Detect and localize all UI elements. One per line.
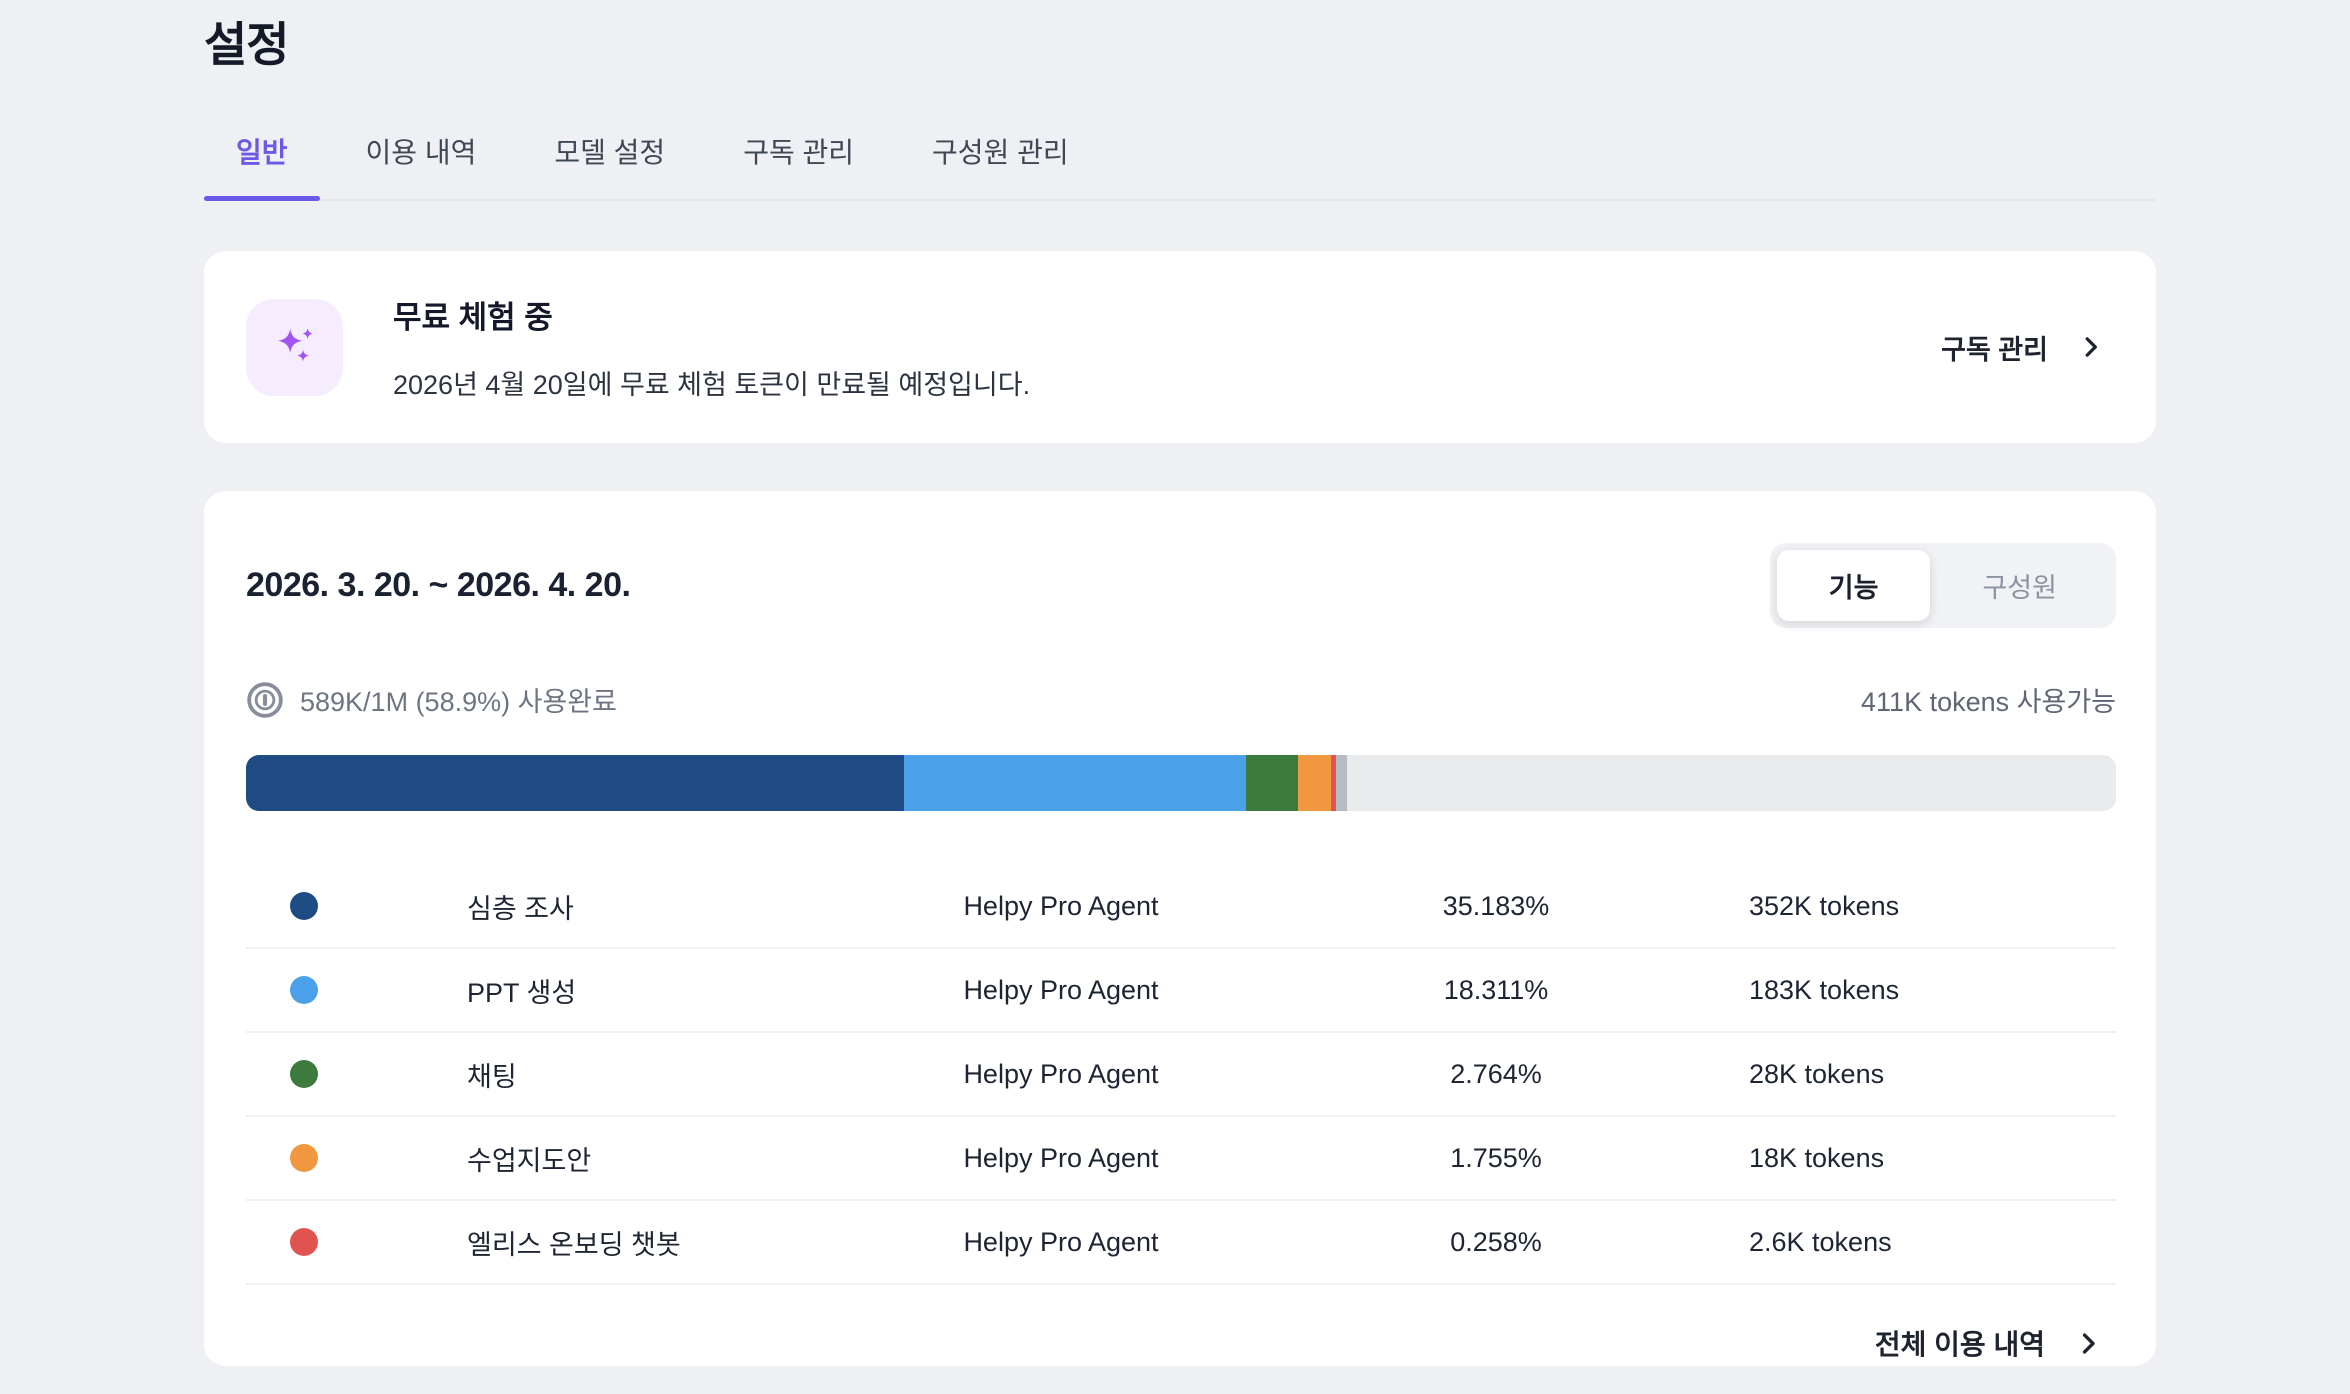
usage-row: 심층 조사Helpy Pro Agent35.183%352K tokens — [246, 865, 2116, 949]
usage-available-summary: 411K tokens 사용가능 — [1861, 680, 2116, 719]
usage-bar-segment — [1336, 755, 1348, 811]
tab-usage-history[interactable]: 이용 내역 — [334, 131, 509, 199]
toggle-option-features[interactable]: 기능 — [1777, 550, 1931, 621]
usage-tokens: 183K tokens — [1716, 975, 2116, 1006]
legend-dot-icon — [290, 1144, 318, 1172]
legend-dot-cell — [246, 1060, 467, 1088]
agent-name: Helpy Pro Agent — [846, 975, 1276, 1006]
legend-dot-cell — [246, 976, 467, 1004]
usage-used-summary-wrap: 589K/1M (58.9%) 사용완료 — [246, 680, 617, 719]
usage-tokens: 352K tokens — [1716, 891, 2116, 922]
toggle-option-members[interactable]: 구성원 — [1930, 550, 2109, 621]
tabs: 일반이용 내역모델 설정구독 관리구성원 관리 — [204, 131, 2156, 201]
legend-dot-icon — [290, 976, 318, 1004]
usage-header: 2026. 3. 20. ~ 2026. 4. 20. 기능 구성원 — [246, 543, 2116, 628]
legend-dot-cell — [246, 892, 467, 920]
tab-model-settings[interactable]: 모델 설정 — [522, 131, 697, 199]
full-usage-history-link[interactable]: 전체 이용 내역 — [1875, 1323, 2102, 1363]
agent-name: Helpy Pro Agent — [846, 1059, 1276, 1090]
legend-dot-icon — [290, 892, 318, 920]
usage-card: 2026. 3. 20. ~ 2026. 4. 20. 기능 구성원 589K/… — [204, 491, 2156, 1366]
subscription-manage-link[interactable]: 구독 관리 — [1941, 328, 2104, 367]
trial-text: 무료 체험 중 2026년 4월 20일에 무료 체험 토큰이 만료될 예정입니… — [393, 292, 1030, 402]
usage-view-toggle: 기능 구성원 — [1770, 543, 2116, 628]
feature-name: 심층 조사 — [467, 887, 846, 926]
page-title: 설정 — [204, 0, 2156, 75]
tab-members[interactable]: 구성원 관리 — [900, 131, 1101, 199]
usage-used-summary: 589K/1M (58.9%) 사용완료 — [300, 680, 617, 719]
chevron-right-icon — [2075, 1330, 2102, 1357]
chevron-right-icon — [2078, 334, 2104, 360]
trial-title: 무료 체험 중 — [393, 292, 1030, 337]
legend-dot-icon — [290, 1060, 318, 1088]
tab-general[interactable]: 일반 — [204, 131, 320, 199]
usage-table: 심층 조사Helpy Pro Agent35.183%352K tokensPP… — [246, 865, 2116, 1285]
subscription-manage-label: 구독 관리 — [1941, 328, 2048, 367]
tab-subscription[interactable]: 구독 관리 — [711, 131, 886, 199]
agent-name: Helpy Pro Agent — [846, 1227, 1276, 1258]
usage-bar-segment — [1298, 755, 1331, 811]
usage-percent: 2.764% — [1276, 1059, 1716, 1090]
trial-description: 2026년 4월 20일에 무료 체험 토큰이 만료될 예정입니다. — [393, 363, 1030, 402]
usage-tokens: 18K tokens — [1716, 1143, 2116, 1174]
usage-tokens: 28K tokens — [1716, 1059, 2116, 1090]
legend-dot-icon — [290, 1228, 318, 1256]
feature-name: 엘리스 온보딩 챗봇 — [467, 1223, 846, 1262]
agent-name: Helpy Pro Agent — [846, 891, 1276, 922]
usage-bar-segment — [246, 755, 904, 811]
trial-banner-card: 무료 체험 중 2026년 4월 20일에 무료 체험 토큰이 만료될 예정입니… — [204, 251, 2156, 443]
usage-percent: 18.311% — [1276, 975, 1716, 1006]
usage-percent: 0.258% — [1276, 1227, 1716, 1258]
legend-dot-cell — [246, 1228, 467, 1256]
usage-bar-segment — [904, 755, 1246, 811]
usage-bar — [246, 755, 2116, 811]
feature-name: 수업지도안 — [467, 1139, 846, 1178]
token-icon — [246, 681, 284, 719]
feature-name: PPT 생성 — [467, 971, 846, 1010]
usage-row: 채팅Helpy Pro Agent2.764%28K tokens — [246, 1033, 2116, 1117]
sparkles-icon — [246, 299, 343, 396]
full-usage-history-label: 전체 이용 내역 — [1875, 1323, 2045, 1363]
agent-name: Helpy Pro Agent — [846, 1143, 1276, 1174]
settings-page: 설정 일반이용 내역모델 설정구독 관리구성원 관리 무료 체험 중 2026년… — [204, 0, 2156, 1366]
usage-row: 엘리스 온보딩 챗봇Helpy Pro Agent0.258%2.6K toke… — [246, 1201, 2116, 1285]
feature-name: 채팅 — [467, 1055, 846, 1094]
legend-dot-cell — [246, 1144, 467, 1172]
usage-tokens: 2.6K tokens — [1716, 1227, 2116, 1258]
usage-date-range: 2026. 3. 20. ~ 2026. 4. 20. — [246, 566, 630, 605]
usage-row: 수업지도안Helpy Pro Agent1.755%18K tokens — [246, 1117, 2116, 1201]
usage-percent: 1.755% — [1276, 1143, 1716, 1174]
usage-row: PPT 생성Helpy Pro Agent18.311%183K tokens — [246, 949, 2116, 1033]
usage-percent: 35.183% — [1276, 891, 1716, 922]
usage-meta: 589K/1M (58.9%) 사용완료 411K tokens 사용가능 — [246, 680, 2116, 719]
usage-card-footer: 전체 이용 내역 — [246, 1285, 2116, 1363]
usage-bar-segment — [1246, 755, 1298, 811]
